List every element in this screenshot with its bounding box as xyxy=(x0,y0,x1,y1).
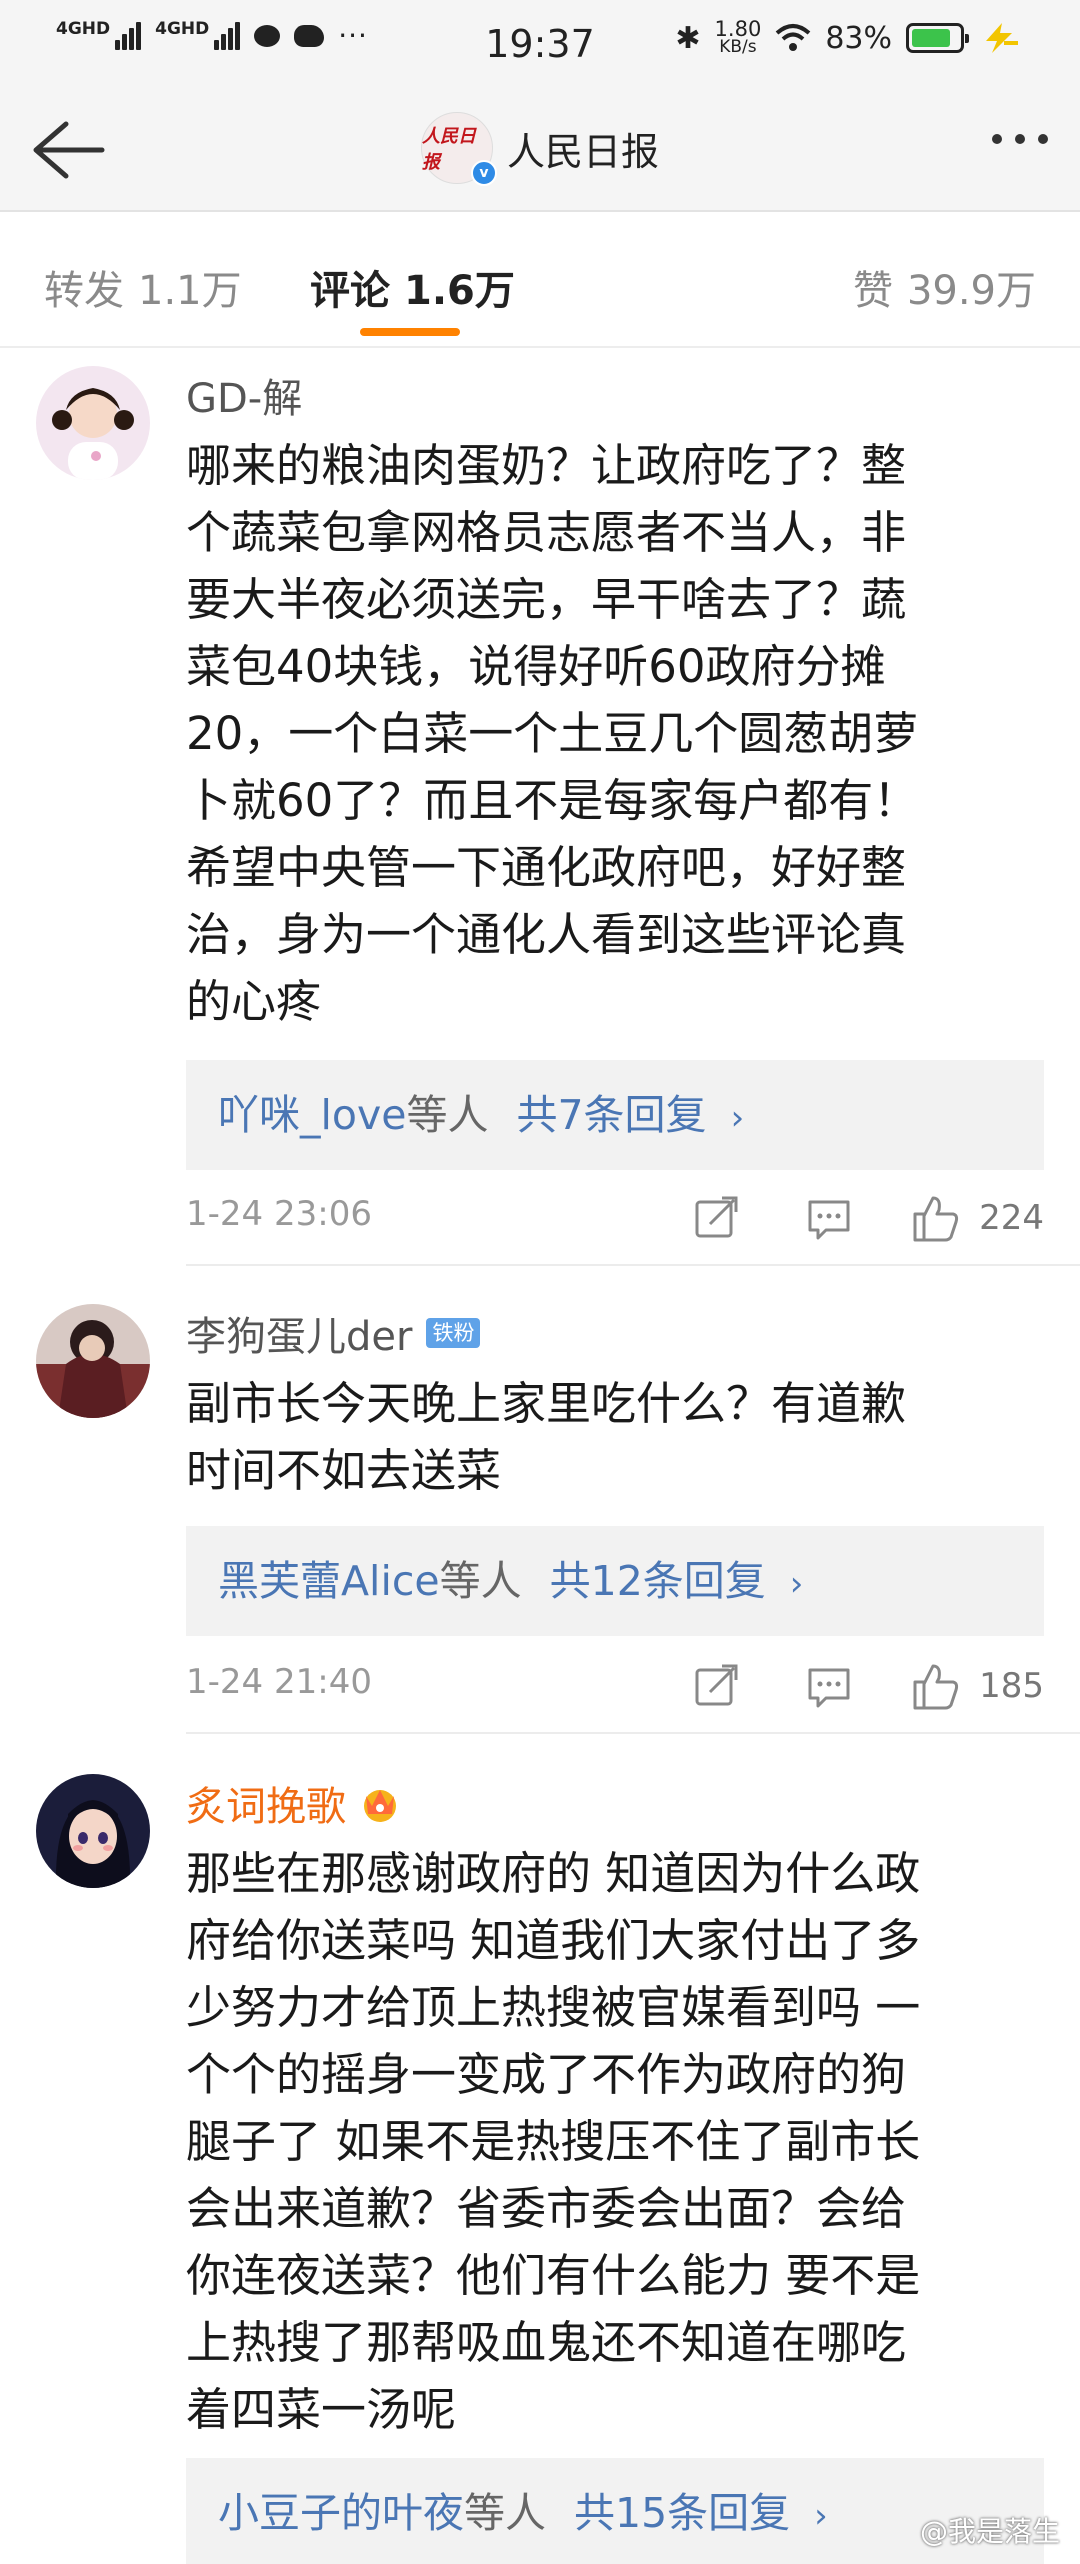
avatar[interactable] xyxy=(36,1304,150,1418)
navigation-bar: 人民日报 v 人民日报 xyxy=(0,90,1080,212)
comment-time: 1-24 21:40 xyxy=(186,1662,372,1702)
comment-time: 1-24 23:06 xyxy=(186,1194,372,1234)
watermark: @我是落生 xyxy=(919,2515,1060,2548)
share-icon[interactable] xyxy=(690,1656,740,1716)
comment-meta: 1-24 21:40 185 xyxy=(186,1656,1044,1716)
fan-badge: 铁粉 xyxy=(426,1318,481,1348)
tab-comments[interactable]: 评论 1.6万 xyxy=(310,258,515,316)
comment-username[interactable]: 炙词挽歌 xyxy=(186,1774,402,1832)
thumbs-up-icon xyxy=(913,1664,959,1710)
comment-icon[interactable] xyxy=(804,1656,854,1716)
avatar[interactable] xyxy=(36,366,150,480)
verified-icon: v xyxy=(470,160,497,186)
bluetooth-icon: ✱ xyxy=(675,20,701,56)
comment-text: 那些在那感谢政府的 知道因为什么政 府给你送菜吗 知道我们大家付出了多 少努力才… xyxy=(186,1847,921,2436)
battery-icon xyxy=(906,23,969,53)
comment-username[interactable]: GD-解 xyxy=(186,366,302,424)
like-button[interactable]: 185 xyxy=(911,1656,1044,1716)
reply-preview[interactable]: 吖咪_love等人 共7条回复 › xyxy=(186,1060,1044,1170)
battery-level xyxy=(912,29,951,47)
tab-reposts[interactable]: 转发 1.1万 xyxy=(44,258,242,316)
like-button[interactable]: 224 xyxy=(911,1188,1044,1248)
chevron-right-icon: › xyxy=(814,2496,828,2536)
comment-icon[interactable] xyxy=(804,1188,854,1248)
comment-text: 哪来的粮油肉蛋奶？让政府吃了？整 个蔬菜包拿网格员志愿者不当人，非 要大半夜必须… xyxy=(186,439,919,1028)
charging-icon xyxy=(986,23,1018,53)
chevron-right-icon: › xyxy=(730,1098,745,1138)
account-header[interactable]: 人民日报 v 人民日报 xyxy=(0,112,1080,186)
vip-crown-icon xyxy=(364,1790,396,1822)
active-tab-indicator xyxy=(360,328,460,336)
comment-username[interactable]: 李狗蛋儿der 铁粉 xyxy=(186,1304,481,1362)
tab-bar: 转发 1.1万 评论 1.6万 赞 39.9万 xyxy=(0,212,1080,348)
screen: 4GHD 4GHD ··· 19:37 ✱ 1.80 KB/s 83% 人民日报… xyxy=(0,0,1080,2564)
account-name[interactable]: 人民日报 xyxy=(507,121,659,176)
reply-preview[interactable]: 黑芙蕾Alice等人 共12条回复 › xyxy=(186,1526,1044,1636)
status-bar: 4GHD 4GHD ··· 19:37 ✱ 1.80 KB/s 83% xyxy=(0,0,1080,90)
tab-likes[interactable]: 赞 39.9万 xyxy=(853,258,1036,316)
network-speed: 1.80 KB/s xyxy=(714,17,762,57)
thumbs-up-icon xyxy=(913,1196,959,1242)
comment-text: 副市长今天晚上家里吃什么？有道歉 时间不如去送菜 xyxy=(186,1377,907,1497)
avatar[interactable] xyxy=(36,1774,150,1888)
wifi-icon xyxy=(775,24,811,51)
more-options-icon[interactable] xyxy=(992,134,1048,144)
divider xyxy=(186,1732,1080,1734)
share-icon[interactable] xyxy=(690,1188,740,1248)
comment-meta: 1-24 23:06 224 xyxy=(186,1188,1044,1248)
battery-percent: 83% xyxy=(825,20,892,56)
chevron-right-icon: › xyxy=(789,1564,804,1604)
divider xyxy=(186,1264,1080,1266)
reply-preview[interactable]: 小豆子的叶夜等人 共15条回复 › xyxy=(186,2458,1044,2564)
